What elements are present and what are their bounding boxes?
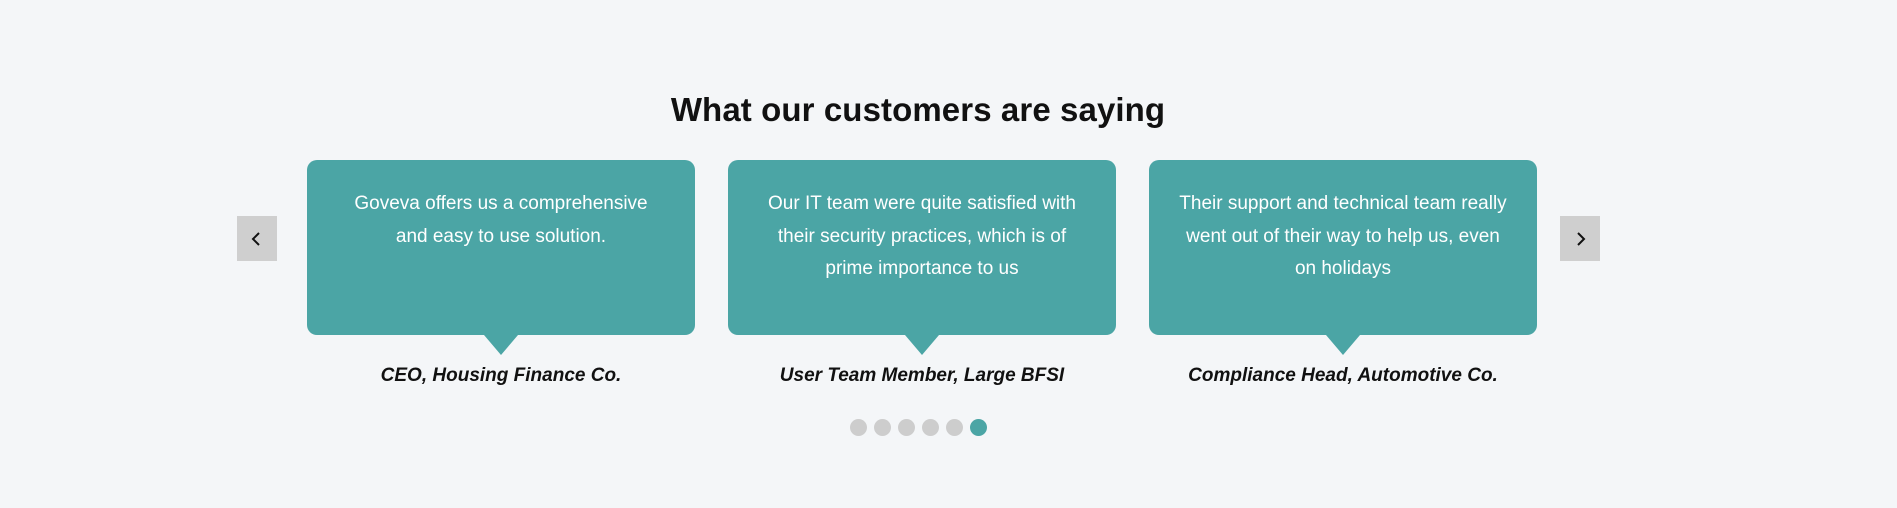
chevron-left-icon [251,231,260,246]
testimonial-author: Compliance Head, Automotive Co. [1188,365,1498,386]
chevron-right-icon [1577,231,1586,246]
testimonial-card: Their support and technical team really … [1149,160,1537,387]
pagination-dot[interactable] [874,419,891,436]
testimonial-quote: Our IT team were quite satisfied with th… [728,160,1116,355]
carousel-next-button[interactable] [1560,216,1600,261]
carousel-pagination [850,419,987,436]
pagination-dot[interactable] [946,419,963,436]
testimonial-author: User Team Member, Large BFSI [779,365,1065,386]
testimonial-card: Goveva offers us a comprehensive and eas… [307,160,695,387]
testimonial-quote: Their support and technical team really … [1149,160,1537,355]
pagination-dot[interactable] [898,419,915,436]
pagination-dot[interactable] [922,419,939,436]
carousel-prev-button[interactable] [237,216,277,261]
section-title: What our customers are saying [670,91,1166,129]
testimonial-author: CEO, Housing Finance Co. [380,365,622,386]
testimonial-quote: Goveva offers us a comprehensive and eas… [307,160,695,355]
testimonial-card: Our IT team were quite satisfied with th… [728,160,1116,387]
pagination-dot[interactable] [850,419,867,436]
pagination-dot-active[interactable] [970,419,987,436]
